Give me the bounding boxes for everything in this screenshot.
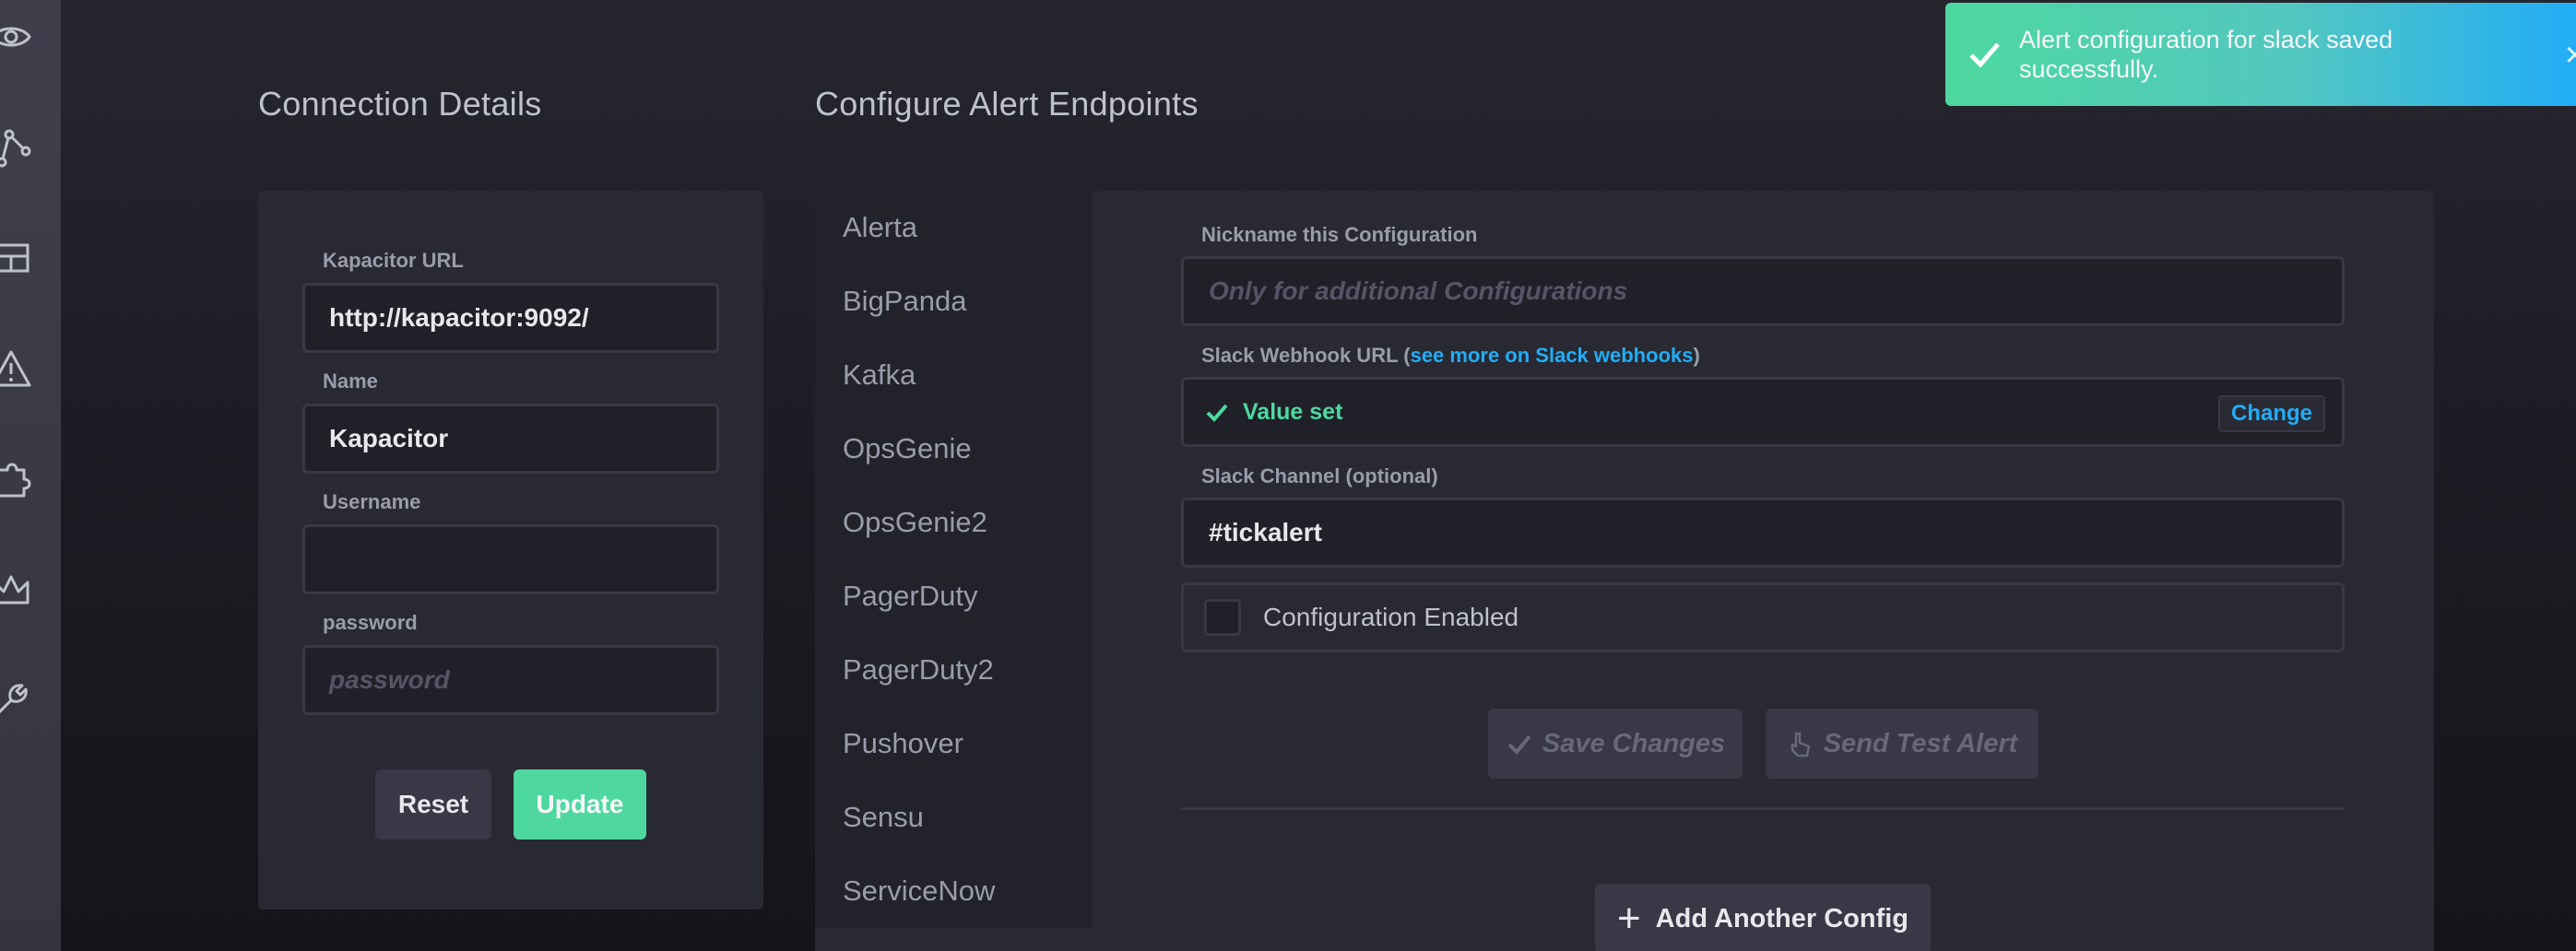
wrench-icon[interactable] [0, 678, 33, 722]
check-icon [1206, 404, 1228, 422]
reset-button[interactable]: Reset [375, 769, 491, 839]
update-button[interactable]: Update [514, 769, 646, 839]
value-set-status: Value set [1184, 399, 1342, 426]
add-another-config-label: Add Another Config [1655, 903, 1909, 933]
webhook-label: Slack Webhook URL (see more on Slack web… [1201, 344, 1700, 368]
graph-icon[interactable] [0, 125, 33, 170]
divider [1181, 807, 2345, 810]
channel-input[interactable]: #tickalert [1181, 498, 2345, 568]
plus-icon: + [1616, 896, 1641, 941]
webhook-field: Value set Change [1181, 377, 2345, 447]
endpoint-item-servicenow[interactable]: ServiceNow [843, 875, 995, 908]
configuration-enabled-label: Configuration Enabled [1263, 603, 1519, 631]
endpoint-item-opsgenie2[interactable]: OpsGenie2 [843, 506, 987, 539]
eye-icon[interactable] [0, 15, 33, 59]
toast-message: Alert configuration for slack saved succ… [2019, 26, 2393, 83]
save-changes-button[interactable]: Save Changes [1488, 709, 1743, 779]
alert-endpoints-title: Configure Alert Endpoints [815, 85, 1199, 123]
change-button[interactable]: Change [2217, 395, 2325, 432]
endpoint-item-opsgenie[interactable]: OpsGenie [843, 432, 972, 465]
endpoint-item-kafka[interactable]: Kafka [843, 358, 916, 392]
username-input[interactable] [302, 524, 719, 594]
alert-endpoints-panel: Alerta BigPanda Kafka OpsGenie OpsGenie2… [815, 191, 2434, 951]
crown-icon[interactable] [0, 568, 33, 612]
nickname-label: Nickname this Configuration [1201, 223, 1478, 246]
name-label: Name [323, 370, 378, 393]
close-icon[interactable]: × [2565, 38, 2576, 73]
dashboard-icon[interactable] [0, 236, 33, 280]
check-icon [1507, 734, 1531, 755]
channel-label: Slack Channel (optional) [1201, 464, 1438, 487]
check-icon [1969, 42, 2000, 68]
pointer-icon [1790, 732, 1810, 757]
send-test-alert-button[interactable]: Send Test Alert [1766, 709, 2038, 779]
endpoint-item-sensu[interactable]: Sensu [843, 801, 924, 834]
slack-webhooks-link[interactable]: see more on Slack webhooks [1411, 344, 1694, 367]
sidebar-nav [0, 0, 61, 951]
endpoint-item-bigpanda[interactable]: BigPanda [843, 285, 966, 318]
endpoint-item-pagerduty[interactable]: PagerDuty [843, 580, 977, 613]
configuration-enabled-row[interactable]: Configuration Enabled [1181, 582, 2345, 652]
alert-icon[interactable] [0, 346, 33, 391]
save-changes-label: Save Changes [1542, 728, 1726, 758]
password-input[interactable]: password [302, 645, 719, 715]
success-toast: Alert configuration for slack saved succ… [1945, 3, 2576, 106]
endpoint-item-pushover[interactable]: Pushover [843, 727, 963, 760]
endpoint-item-pagerduty2[interactable]: PagerDuty2 [843, 653, 994, 687]
webhook-label-prefix: Slack Webhook URL ( [1201, 344, 1411, 367]
channel-value: #tickalert [1209, 518, 1322, 546]
nickname-input[interactable]: Only for additional Configurations [1181, 256, 2345, 326]
kapacitor-url-label: Kapacitor URL [323, 249, 464, 272]
nickname-placeholder: Only for additional Configurations [1209, 276, 1628, 305]
connection-details-panel: Kapacitor URL http://kapacitor:9092/ Nam… [258, 191, 763, 910]
endpoint-list: Alerta BigPanda Kafka OpsGenie OpsGenie2… [815, 191, 1092, 928]
configuration-enabled-checkbox[interactable] [1204, 599, 1241, 636]
send-test-alert-label: Send Test Alert [1823, 728, 2018, 758]
endpoint-item-alerta[interactable]: Alerta [843, 211, 917, 244]
name-input[interactable]: Kapacitor [302, 404, 719, 474]
webhook-label-suffix: ) [1693, 344, 1700, 367]
add-another-config-button[interactable]: + Add Another Config [1595, 884, 1931, 951]
kapacitor-url-input[interactable]: http://kapacitor:9092/ [302, 283, 719, 353]
username-label: Username [323, 490, 421, 513]
password-label: password [323, 611, 418, 634]
connection-details-title: Connection Details [258, 85, 542, 123]
value-set-text: Value set [1243, 398, 1343, 425]
puzzle-icon[interactable] [0, 457, 33, 501]
